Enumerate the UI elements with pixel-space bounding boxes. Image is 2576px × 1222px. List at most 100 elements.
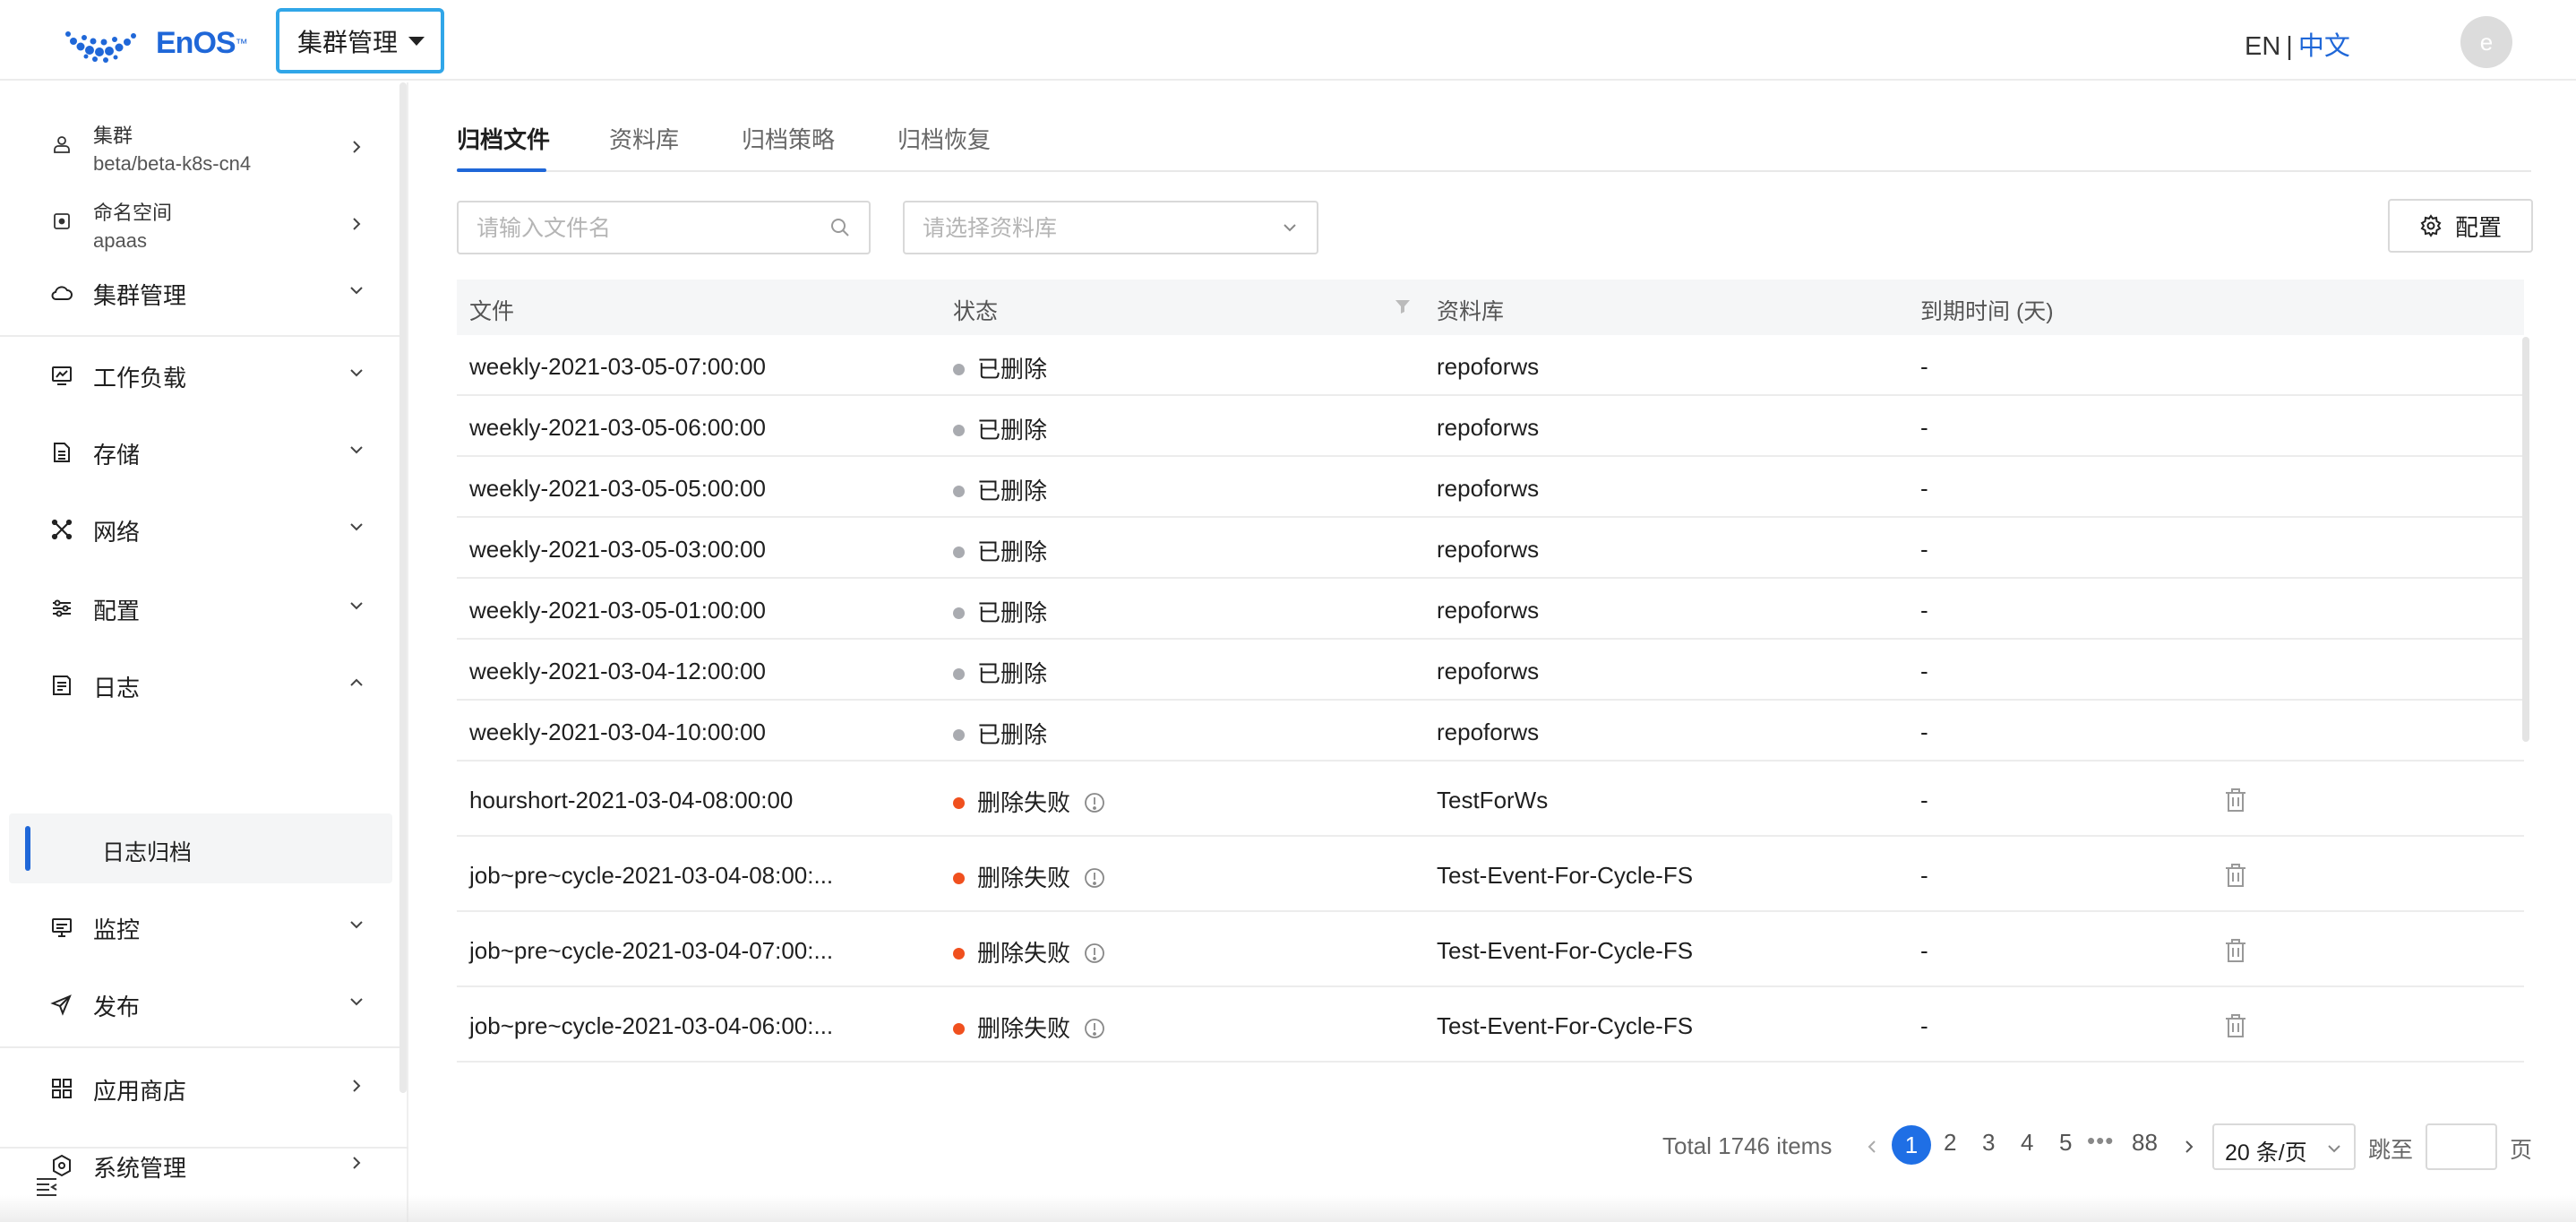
cell-file-name: weekly-2021-03-04-12:00:00 [469, 658, 766, 684]
jump-to-page-input[interactable] [2426, 1123, 2497, 1170]
status-dot [953, 546, 965, 558]
next-page-icon[interactable] [2180, 1138, 2198, 1156]
sidebar: 集群 beta/beta-k8s-cn4 命名空间 apaas 集群管理 工作负… [0, 82, 408, 1222]
column-header-status: 状态 [953, 299, 999, 324]
cluster-management-selector[interactable]: 集群管理 [276, 8, 444, 73]
cell-expire: - [1920, 536, 1928, 563]
cell-status: 已删除 [953, 717, 1047, 750]
file-search-box [457, 201, 871, 254]
info-icon[interactable] [1083, 791, 1106, 814]
chevron-right-icon [353, 1080, 361, 1092]
cell-file-name: weekly-2021-03-05-06:00:00 [469, 414, 766, 441]
page-5-button[interactable]: 5 [2059, 1129, 2072, 1157]
cluster-selector-label: 集群管理 [297, 28, 399, 56]
cell-status: 已删除 [953, 412, 1047, 445]
delete-icon[interactable] [2223, 787, 2248, 813]
tab-archive-restore[interactable]: 归档恢复 [897, 122, 991, 155]
table-row[interactable]: weekly-2021-03-05-03:00:00 已删除 repoforws… [457, 518, 2524, 579]
chevron-down-icon [350, 287, 363, 295]
delete-icon[interactable] [2223, 1012, 2248, 1039]
repository-select[interactable] [903, 201, 1318, 254]
prev-page-icon[interactable] [1863, 1138, 1881, 1156]
enos-logo[interactable]: EnOS ™ [63, 22, 248, 65]
table-row[interactable]: weekly-2021-03-05-05:00:00 已删除 repoforws… [457, 457, 2524, 518]
search-icon[interactable] [828, 215, 853, 240]
cell-expire: - [1920, 787, 1928, 813]
column-header-repository: 资料库 [1437, 299, 1505, 324]
sidebar-item-label: 日志 [93, 675, 141, 701]
tab-archive-files[interactable]: 归档文件 [457, 122, 550, 155]
page-4-button[interactable]: 4 [2021, 1129, 2033, 1157]
table-row[interactable]: weekly-2021-03-04-12:00:00 已删除 repoforws… [457, 640, 2524, 701]
column-header-file: 文件 [469, 299, 515, 324]
status-dot [953, 728, 965, 741]
tab-archive-policy[interactable]: 归档策略 [742, 122, 835, 155]
table-row[interactable]: job~pre~cycle-2021-03-04-08:00:... 删除失败 … [457, 837, 2524, 912]
column-header-expire-days: 到期时间 (天) [1920, 299, 2054, 324]
logo-trademark: ™ [235, 36, 248, 50]
sidebar-item-workload[interactable]: 工作负载 [0, 337, 399, 412]
table-row[interactable]: job~pre~cycle-2021-03-04-07:00:... 删除失败 … [457, 912, 2524, 987]
sidebar-item-cluster-management[interactable]: 集群管理 [0, 254, 399, 330]
chevron-down-icon [350, 921, 363, 929]
config-button[interactable]: 配置 [2388, 199, 2533, 253]
page-last-button[interactable]: 88 [2132, 1129, 2158, 1157]
repository-select-input[interactable] [923, 213, 1263, 244]
sidebar-cluster-context[interactable]: 集群 beta/beta-k8s-cn4 [0, 99, 399, 175]
cell-status: 已删除 [953, 656, 1047, 689]
sidebar-scrollbar[interactable] [399, 82, 407, 1093]
status-text: 删除失败 [977, 1015, 1071, 1042]
sidebar-item-publish[interactable]: 发布 [0, 966, 399, 1041]
tab-repository[interactable]: 资料库 [609, 122, 679, 155]
status-dot [953, 485, 965, 497]
sidebar-item-config[interactable]: 配置 [0, 570, 399, 645]
table-scrollbar[interactable] [2522, 337, 2529, 742]
delete-icon[interactable] [2223, 937, 2248, 964]
lang-en-link[interactable]: EN [2245, 32, 2280, 61]
sidebar-subitem-log-archive[interactable]: 日志归档 [9, 813, 392, 883]
sidebar-item-storage[interactable]: 存储 [0, 414, 399, 489]
lang-zh-link[interactable]: 中文 [2298, 32, 2350, 61]
page-2-button[interactable]: 2 [1944, 1129, 1956, 1157]
cell-expire: - [1920, 475, 1928, 502]
archive-tabs: 归档文件 资料库 归档策略 归档恢复 [457, 116, 2531, 172]
chevron-down-icon [1284, 224, 1296, 232]
sidebar-item-system-management[interactable]: 系统管理 [0, 1127, 399, 1202]
table-row[interactable]: weekly-2021-03-04-10:00:00 已删除 repoforws… [457, 701, 2524, 762]
page-size-value: 20 条/页 [2225, 1140, 2307, 1166]
page-1-button[interactable]: 1 [1892, 1125, 1931, 1165]
cloud-icon [51, 286, 73, 300]
chevron-right-icon [353, 1157, 361, 1169]
sidebar-namespace-context[interactable]: 命名空间 apaas [0, 176, 399, 252]
info-icon[interactable] [1083, 866, 1106, 890]
sidebar-item-label: 集群管理 [93, 282, 187, 309]
page-ellipsis[interactable]: ••• [2087, 1127, 2114, 1155]
sidebar-item-network[interactable]: 网络 [0, 491, 399, 566]
file-name-search-input[interactable] [477, 213, 817, 244]
cell-expire: - [1920, 1012, 1928, 1039]
status-text: 已删除 [977, 478, 1048, 504]
table-row[interactable]: weekly-2021-03-05-07:00:00 已删除 repoforws… [457, 335, 2524, 396]
delete-icon[interactable] [2223, 862, 2248, 889]
page-size-select[interactable]: 20 条/页 [2212, 1123, 2356, 1170]
sidebar-item-app-store[interactable]: 应用商店 [0, 1050, 399, 1125]
user-avatar[interactable]: e [2460, 16, 2512, 68]
sidebar-item-monitor[interactable]: 监控 [0, 889, 399, 964]
active-indicator [25, 826, 30, 871]
table-row[interactable]: weekly-2021-03-05-06:00:00 已删除 repoforws… [457, 396, 2524, 457]
cell-repository: repoforws [1437, 536, 1540, 563]
table-row[interactable]: weekly-2021-03-05-01:00:00 已删除 repoforws… [457, 579, 2524, 640]
filter-icon[interactable] [1394, 297, 1412, 315]
table-row[interactable]: hourshort-2021-03-04-08:00:00 删除失败 TestF… [457, 762, 2524, 837]
page-3-button[interactable]: 3 [1982, 1129, 1995, 1157]
sidebar-item-label: 配置 [93, 598, 141, 624]
info-icon[interactable] [1083, 942, 1106, 965]
info-icon[interactable] [1083, 1017, 1106, 1040]
network-icon [51, 519, 73, 540]
table-row[interactable]: job~pre~cycle-2021-03-04-06:00:... 删除失败 … [457, 987, 2524, 1063]
sidebar-item-logs[interactable]: 日志 [0, 647, 399, 722]
sidebar-item-label: 存储 [93, 442, 141, 469]
cell-repository: Test-Event-For-Cycle-FS [1437, 862, 1694, 889]
sidebar-item-label: 系统管理 [93, 1155, 187, 1182]
config-button-label: 配置 [2454, 213, 2502, 241]
